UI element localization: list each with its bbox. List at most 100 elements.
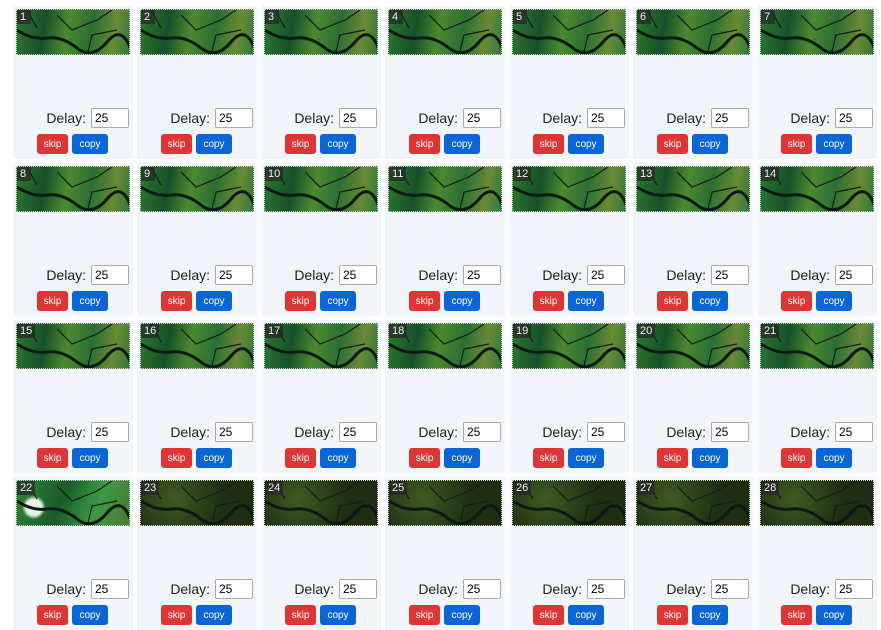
copy-button[interactable]: copy	[72, 134, 108, 154]
skip-button[interactable]: skip	[161, 605, 192, 625]
skip-button[interactable]: skip	[285, 448, 316, 468]
copy-button[interactable]: copy	[72, 448, 108, 468]
skip-button[interactable]: skip	[161, 291, 192, 311]
delay-input[interactable]	[587, 265, 625, 285]
skip-button[interactable]: skip	[161, 448, 192, 468]
copy-button[interactable]: copy	[692, 291, 728, 311]
skip-button[interactable]: skip	[533, 291, 564, 311]
frame-thumbnail: 5	[512, 9, 626, 55]
copy-button[interactable]: copy	[692, 605, 728, 625]
delay-input[interactable]	[215, 579, 253, 599]
skip-button[interactable]: skip	[285, 134, 316, 154]
copy-button[interactable]: copy	[568, 291, 604, 311]
copy-button[interactable]: copy	[196, 291, 232, 311]
copy-button[interactable]: copy	[816, 448, 852, 468]
delay-input[interactable]	[463, 422, 501, 442]
frame-card: 4 Delay: skip copy	[385, 6, 505, 159]
delay-input[interactable]	[463, 579, 501, 599]
delay-input[interactable]	[835, 265, 873, 285]
skip-button[interactable]: skip	[37, 605, 68, 625]
copy-button[interactable]: copy	[568, 605, 604, 625]
delay-label: Delay:	[170, 581, 210, 597]
delay-input[interactable]	[215, 265, 253, 285]
copy-button[interactable]: copy	[568, 448, 604, 468]
frame-thumbnail: 19	[512, 323, 626, 369]
skip-button[interactable]: skip	[781, 448, 812, 468]
copy-button[interactable]: copy	[816, 134, 852, 154]
skip-button[interactable]: skip	[533, 448, 564, 468]
skip-button[interactable]: skip	[657, 134, 688, 154]
delay-input[interactable]	[339, 108, 377, 128]
copy-button[interactable]: copy	[72, 605, 108, 625]
delay-input[interactable]	[835, 579, 873, 599]
frame-number: 17	[265, 324, 284, 338]
delay-control: Delay:	[666, 108, 749, 128]
delay-input[interactable]	[711, 108, 749, 128]
copy-button[interactable]: copy	[444, 291, 480, 311]
skip-button[interactable]: skip	[37, 291, 68, 311]
frame-thumbnail: 3	[264, 9, 378, 55]
delay-input[interactable]	[835, 422, 873, 442]
delay-input[interactable]	[215, 108, 253, 128]
delay-input[interactable]	[91, 422, 129, 442]
skip-button[interactable]: skip	[285, 605, 316, 625]
skip-button[interactable]: skip	[161, 134, 192, 154]
river-lines	[265, 10, 377, 54]
copy-button[interactable]: copy	[568, 134, 604, 154]
frame-number: 10	[265, 167, 284, 181]
skip-button[interactable]: skip	[533, 605, 564, 625]
frame-thumbnail: 18	[388, 323, 502, 369]
delay-input[interactable]	[711, 422, 749, 442]
copy-button[interactable]: copy	[196, 134, 232, 154]
delay-input[interactable]	[91, 265, 129, 285]
delay-input[interactable]	[339, 579, 377, 599]
skip-button[interactable]: skip	[533, 134, 564, 154]
skip-button[interactable]: skip	[37, 448, 68, 468]
copy-button[interactable]: copy	[444, 134, 480, 154]
copy-button[interactable]: copy	[816, 605, 852, 625]
delay-input[interactable]	[835, 108, 873, 128]
copy-button[interactable]: copy	[320, 448, 356, 468]
delay-input[interactable]	[91, 579, 129, 599]
copy-button[interactable]: copy	[444, 605, 480, 625]
copy-button[interactable]: copy	[196, 448, 232, 468]
skip-button[interactable]: skip	[657, 291, 688, 311]
delay-input[interactable]	[711, 265, 749, 285]
copy-button[interactable]: copy	[320, 291, 356, 311]
skip-button[interactable]: skip	[409, 134, 440, 154]
copy-button[interactable]: copy	[320, 134, 356, 154]
delay-input[interactable]	[463, 265, 501, 285]
delay-input[interactable]	[339, 265, 377, 285]
delay-input[interactable]	[215, 422, 253, 442]
frame-actions: skip copy	[657, 134, 728, 154]
delay-input[interactable]	[339, 422, 377, 442]
copy-button[interactable]: copy	[196, 605, 232, 625]
copy-button[interactable]: copy	[692, 134, 728, 154]
copy-button[interactable]: copy	[816, 291, 852, 311]
skip-button[interactable]: skip	[37, 134, 68, 154]
delay-input[interactable]	[587, 108, 625, 128]
skip-button[interactable]: skip	[781, 134, 812, 154]
skip-button[interactable]: skip	[409, 448, 440, 468]
delay-label: Delay:	[170, 267, 210, 283]
skip-button[interactable]: skip	[409, 291, 440, 311]
skip-button[interactable]: skip	[657, 605, 688, 625]
delay-input[interactable]	[587, 422, 625, 442]
skip-button[interactable]: skip	[781, 291, 812, 311]
skip-button[interactable]: skip	[285, 291, 316, 311]
skip-button[interactable]: skip	[657, 448, 688, 468]
skip-button[interactable]: skip	[781, 605, 812, 625]
frame-card: 17 Delay: skip copy	[261, 320, 381, 473]
skip-button[interactable]: skip	[409, 605, 440, 625]
copy-button[interactable]: copy	[444, 448, 480, 468]
delay-input[interactable]	[91, 108, 129, 128]
copy-button[interactable]: copy	[320, 605, 356, 625]
frame-card: 8 Delay: skip copy	[13, 163, 133, 316]
delay-input[interactable]	[587, 579, 625, 599]
copy-button[interactable]: copy	[72, 291, 108, 311]
copy-button[interactable]: copy	[692, 448, 728, 468]
delay-input[interactable]	[711, 579, 749, 599]
frame-actions: skip copy	[533, 605, 604, 625]
delay-input[interactable]	[463, 108, 501, 128]
delay-control: Delay:	[46, 265, 129, 285]
